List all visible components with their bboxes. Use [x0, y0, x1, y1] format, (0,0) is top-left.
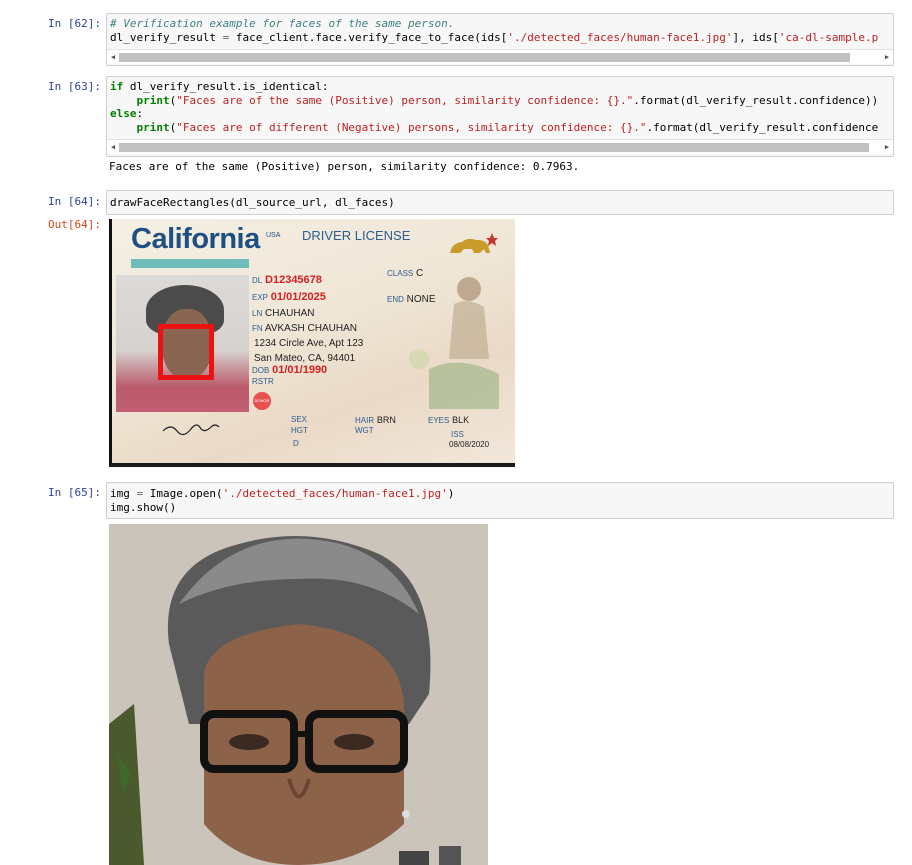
iss-label: ISS — [451, 430, 464, 439]
code-token: 'ca-dl-sample.p — [778, 30, 879, 44]
bear-star-icon — [450, 233, 498, 253]
code-token: drawFaceRectangles(dl_source_url, dl_fac… — [110, 196, 395, 209]
first-name: AVKASH CHAUHAN — [264, 323, 357, 334]
code-token: if — [110, 80, 124, 93]
fn-label: FN — [252, 324, 263, 333]
code-line: drawFaceRectangles(dl_source_url, dl_fac… — [110, 196, 890, 210]
scrollbar-thumb[interactable] — [119, 53, 850, 62]
eyes-value: BLK — [452, 415, 470, 425]
scroll-left-icon[interactable]: ◀ — [107, 140, 119, 154]
hair-label: HAIR — [355, 416, 375, 425]
donor-icon: DONOR — [253, 392, 271, 410]
code-area[interactable]: # Verification example for faces of the … — [107, 14, 893, 44]
license-doc-type: DRIVER LICENSE — [302, 228, 411, 243]
code-token: face_client.face.verify_face_to_face(ids… — [229, 30, 508, 44]
code-token: Image.open( — [143, 487, 223, 500]
face-photo — [109, 524, 488, 865]
scroll-right-icon[interactable]: ▶ — [881, 140, 893, 154]
code-token: './detected_faces/human-face1.jpg' — [222, 487, 448, 500]
class-value: C — [416, 268, 424, 279]
eyes-label: EYES — [428, 416, 450, 425]
wgt-label: WGT — [355, 426, 374, 435]
output-prompt: Out[64]: — [48, 218, 101, 231]
horizontal-scrollbar[interactable]: ◀ ▶ — [107, 139, 893, 154]
image-border — [109, 219, 112, 467]
face-detection-rectangle — [158, 324, 214, 380]
code-input[interactable]: img = Image.open('./detected_faces/human… — [106, 482, 894, 519]
code-input[interactable]: drawFaceRectangles(dl_source_url, dl_fac… — [106, 190, 894, 215]
code-token: "Faces are of the same (Positive) person… — [176, 93, 634, 107]
code-token: img.show() — [110, 500, 177, 514]
address-line-1: 1234 Circle Ave, Apt 123 — [254, 338, 364, 349]
exp-label: EXP — [252, 293, 269, 302]
cell-output-text: Faces are of the same (Positive) person,… — [109, 160, 580, 173]
code-token: dl_verify_result.is_identical: — [123, 80, 329, 93]
ln-label: LN — [252, 309, 263, 318]
dob-value: 01/01/1990 — [272, 364, 328, 376]
dl-number: D12345678 — [265, 274, 322, 286]
rstr-label: RSTR — [252, 377, 274, 386]
code-token: img — [110, 487, 137, 500]
hgt-label: HGT — [291, 426, 308, 435]
iss-date: 08/08/2020 — [449, 440, 490, 449]
worker-illustration — [409, 277, 499, 409]
end-label: END — [387, 295, 404, 304]
d-label: D — [293, 439, 299, 448]
code-token: './detected_faces/human-face1.jpg' — [507, 30, 733, 44]
sex-label: SEX — [291, 415, 308, 424]
scroll-left-icon[interactable]: ◀ — [107, 50, 119, 64]
input-prompt: In [63]: — [48, 80, 101, 93]
code-token: ], ids[ — [732, 30, 779, 44]
input-prompt: In [64]: — [48, 195, 101, 208]
last-name: CHAUHAN — [265, 308, 315, 319]
image-border — [109, 463, 515, 467]
dob-label: DOB — [252, 366, 270, 375]
input-prompt: In [62]: — [48, 17, 101, 30]
code-line: # Verification example for faces of the … — [110, 17, 890, 31]
signature-image — [162, 424, 220, 436]
code-token: # Verification example for faces of the … — [110, 17, 455, 30]
end-value: NONE — [406, 294, 436, 305]
code-line: if dl_verify_result.is_identical: — [110, 80, 890, 94]
code-area[interactable]: drawFaceRectangles(dl_source_url, dl_fac… — [107, 191, 893, 210]
code-token: else — [110, 107, 137, 120]
code-token: ) — [447, 487, 455, 500]
code-token: dl_verify_result — [110, 30, 223, 44]
exp-date: 01/01/2025 — [270, 291, 326, 303]
code-line: img = Image.open('./detected_faces/human… — [110, 487, 890, 501]
dl-label: DL — [252, 276, 263, 285]
code-area[interactable]: img = Image.open('./detected_faces/human… — [107, 483, 893, 514]
scroll-right-icon[interactable]: ▶ — [881, 50, 893, 64]
code-token: "Faces are of different (Negative) perso… — [176, 120, 647, 134]
code-line: dl_verify_result = face_client.face.veri… — [110, 31, 890, 45]
input-prompt: In [65]: — [48, 486, 101, 499]
code-line: else: — [110, 107, 890, 121]
code-token: print — [136, 93, 170, 107]
code-line: print("Faces are of different (Negative)… — [110, 121, 890, 135]
code-token: : — [136, 107, 144, 120]
code-input[interactable]: # Verification example for faces of the … — [106, 13, 894, 66]
code-line: img.show() — [110, 501, 890, 515]
code-token: print — [136, 120, 170, 134]
code-token: .format(dl_verify_result.confidence — [646, 120, 879, 134]
license-country: USA — [266, 232, 281, 239]
license-state-title: California — [131, 223, 260, 255]
code-area[interactable]: if dl_verify_result.is_identical: print(… — [107, 77, 893, 134]
hair-value: BRN — [376, 415, 396, 425]
face-photo-output — [109, 524, 488, 865]
class-label: CLASS — [387, 269, 414, 278]
code-token: .format(dl_verify_result.confidence)) — [633, 93, 879, 107]
horizontal-scrollbar[interactable]: ◀ ▶ — [107, 49, 893, 64]
code-input[interactable]: if dl_verify_result.is_identical: print(… — [106, 76, 894, 157]
teal-stripe — [131, 259, 249, 268]
code-line: print("Faces are of the same (Positive) … — [110, 94, 890, 108]
scrollbar-thumb[interactable] — [119, 143, 869, 152]
